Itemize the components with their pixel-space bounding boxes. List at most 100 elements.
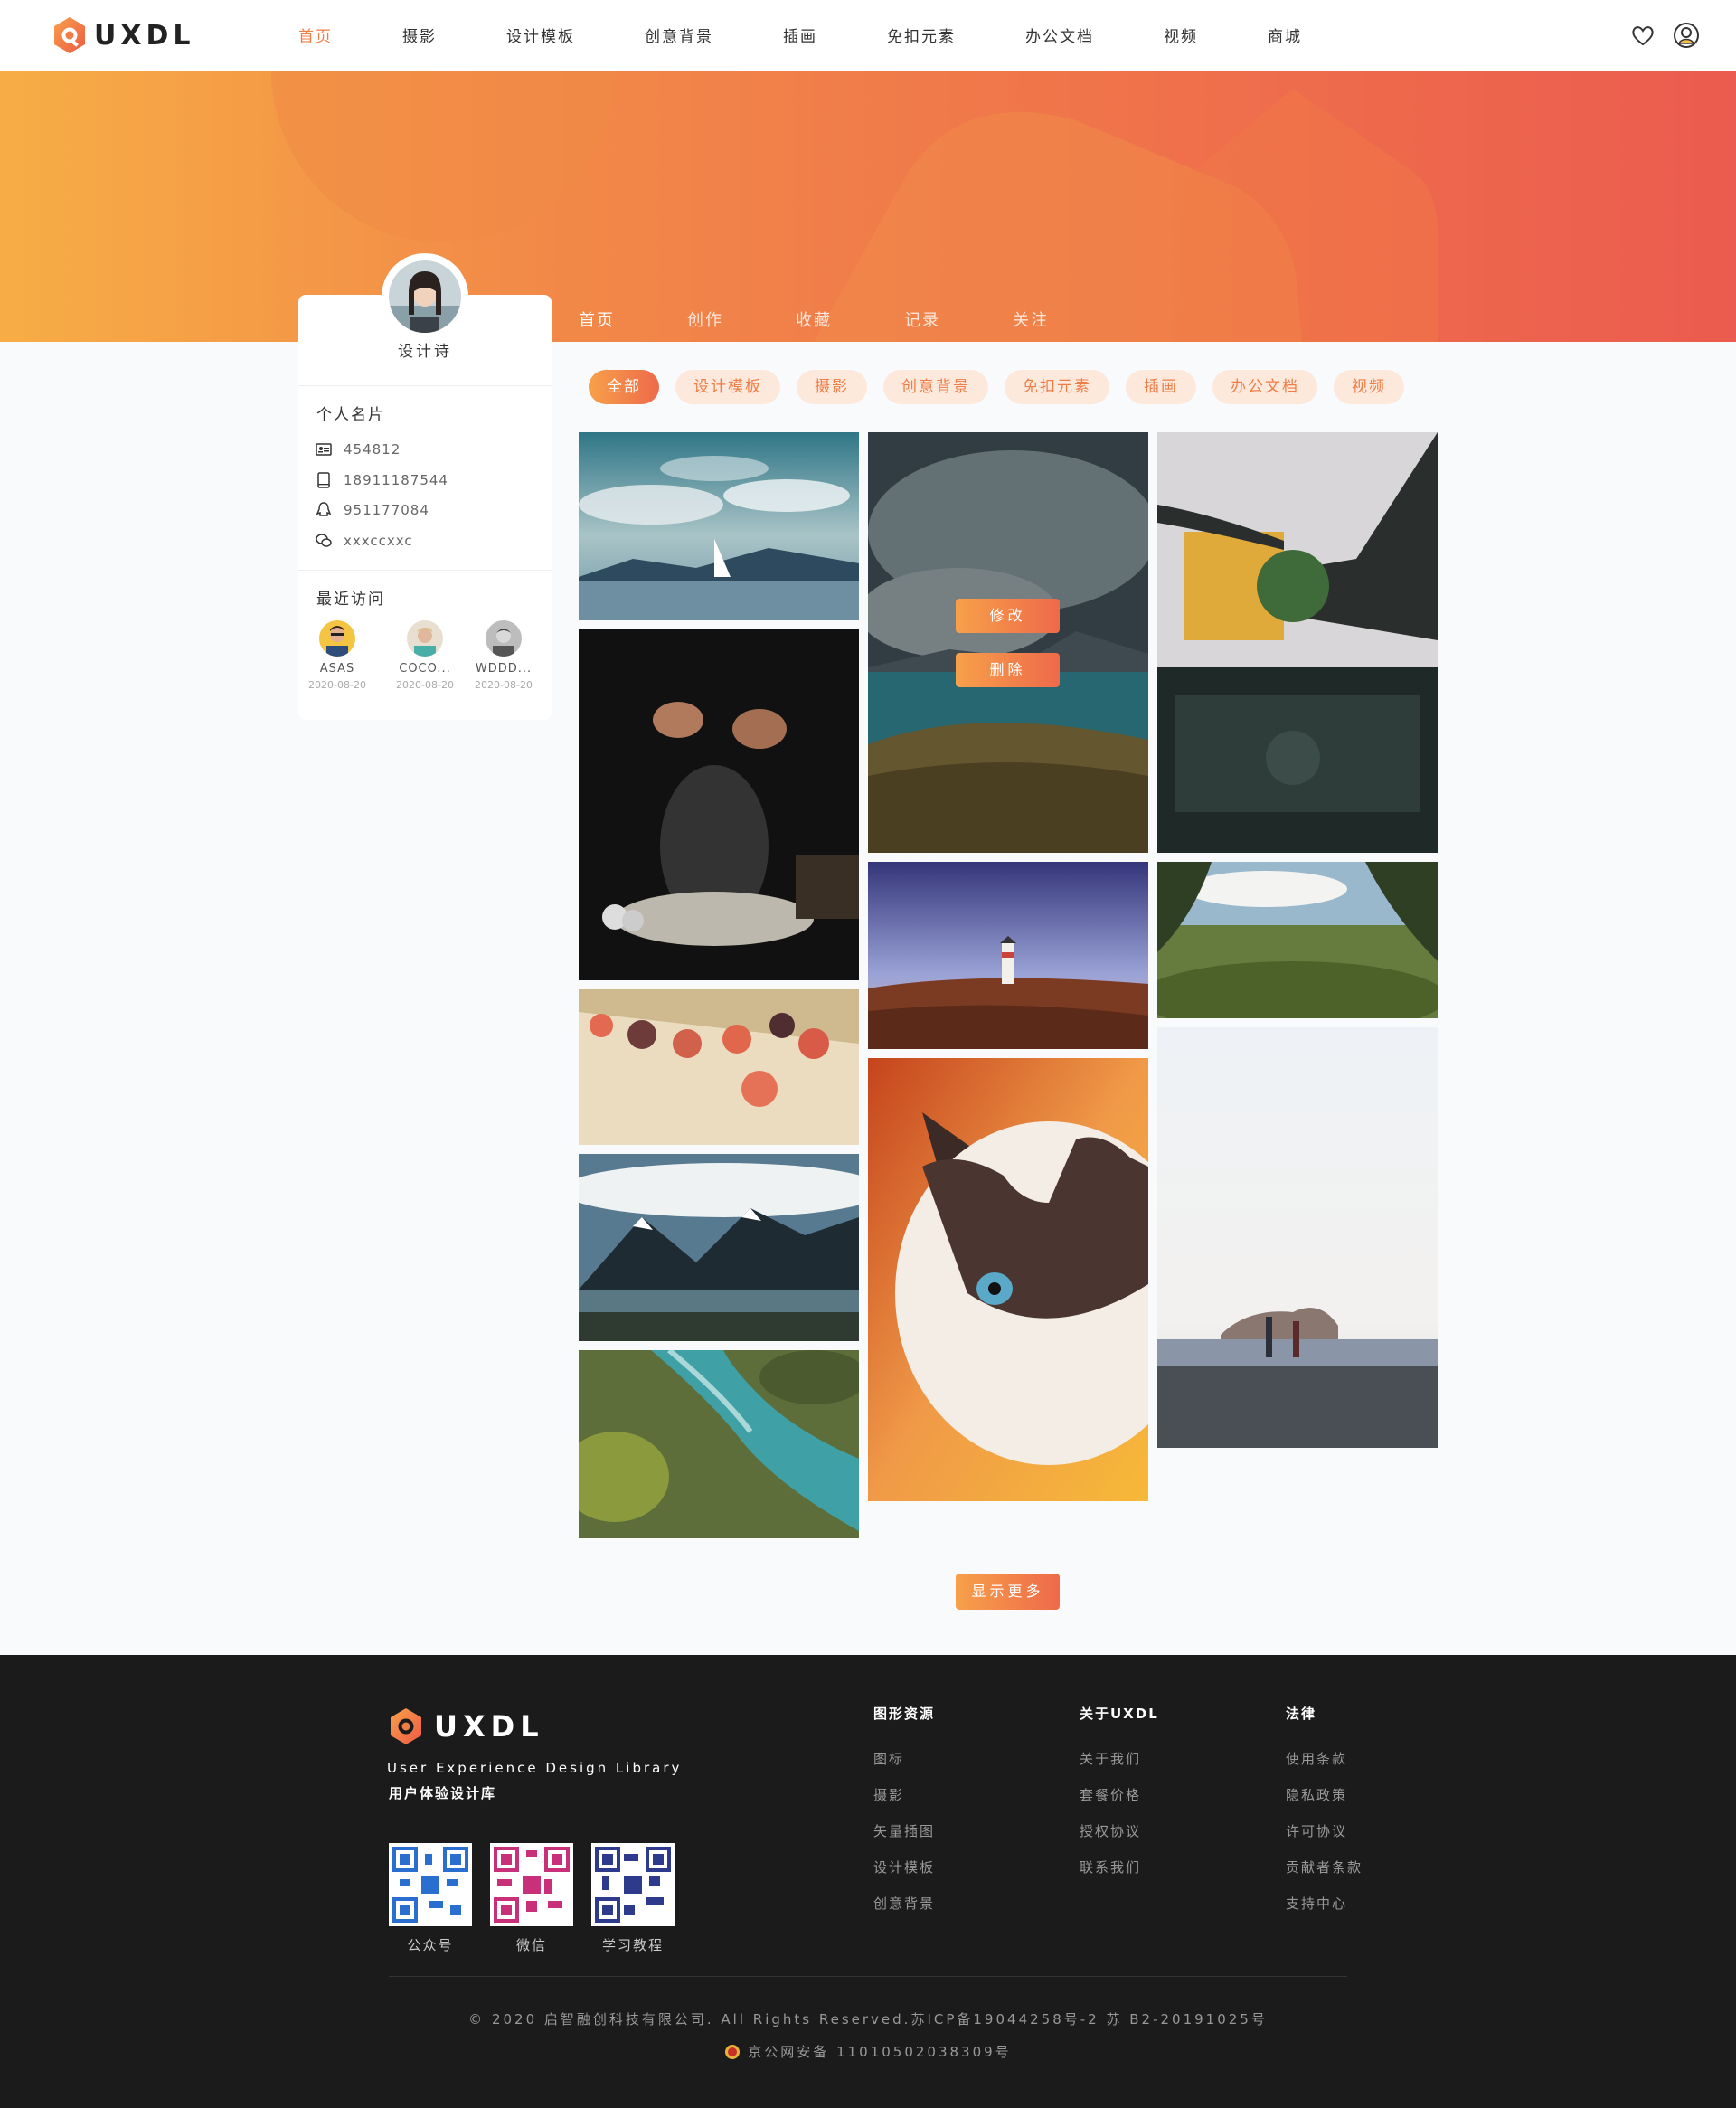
footer-link-permission[interactable]: 许可协议 bbox=[1286, 1813, 1363, 1849]
logo-text: UXDL bbox=[94, 19, 195, 52]
visitor-name: ASAS bbox=[319, 662, 355, 676]
top-navbar: UXDL 首页 摄影 设计模板 创意背景 插画 免扣元素 办公文档 视频 商城 bbox=[0, 0, 1736, 71]
nav-item-creative-backgrounds[interactable]: 创意背景 bbox=[645, 24, 783, 46]
info-qq-value: 951177084 bbox=[344, 502, 429, 518]
nav-item-cutout-elements[interactable]: 免扣元素 bbox=[887, 24, 1025, 46]
footer-link-design-templates[interactable]: 设计模板 bbox=[873, 1849, 935, 1886]
info-id: 454812 bbox=[315, 440, 401, 458]
footer-link-privacy[interactable]: 隐私政策 bbox=[1286, 1777, 1363, 1813]
filter-cutout-elements[interactable]: 免扣元素 bbox=[1005, 370, 1109, 404]
qr-official-account[interactable]: 公众号 bbox=[389, 1843, 472, 1954]
filter-creative-backgrounds[interactable]: 创意背景 bbox=[883, 370, 988, 404]
photo-figs[interactable] bbox=[579, 989, 859, 1145]
phone-icon bbox=[315, 471, 333, 489]
footer-link-photography[interactable]: 摄影 bbox=[873, 1777, 935, 1813]
visitor-avatar bbox=[486, 620, 522, 657]
footer-link-support[interactable]: 支持中心 bbox=[1286, 1886, 1363, 1922]
qr-label: 微信 bbox=[515, 1937, 547, 1953]
police-badge-icon bbox=[725, 2044, 741, 2059]
qr-wechat[interactable]: 微信 bbox=[490, 1843, 573, 1954]
filter-photography[interactable]: 摄影 bbox=[797, 370, 867, 404]
filter-office-docs[interactable]: 办公文档 bbox=[1212, 370, 1317, 404]
photo-flour-hands[interactable] bbox=[579, 629, 859, 980]
nav-item-store[interactable]: 商城 bbox=[1268, 24, 1372, 46]
nav-item-illustrations[interactable]: 插画 bbox=[783, 24, 887, 46]
user-icon[interactable] bbox=[1673, 22, 1700, 49]
tab-creations[interactable]: 创作 bbox=[687, 307, 796, 331]
logo-mark-icon bbox=[391, 1708, 421, 1744]
edit-button[interactable]: 修改 bbox=[956, 599, 1060, 633]
qr-code-icon bbox=[490, 1843, 573, 1926]
visitor-item[interactable]: COCO... 2020-08-20 bbox=[389, 620, 461, 691]
category-filters: 全部 设计模板 摄影 创意背景 免扣元素 插画 办公文档 视频 bbox=[589, 370, 1420, 404]
tab-following[interactable]: 关注 bbox=[1013, 307, 1121, 331]
footer-link-contributor-terms[interactable]: 贡献者条款 bbox=[1286, 1849, 1363, 1886]
nav-item-home[interactable]: 首页 bbox=[298, 24, 402, 46]
nav-item-office-docs[interactable]: 办公文档 bbox=[1025, 24, 1164, 46]
visitor-name: WDDD... bbox=[475, 662, 533, 676]
site-logo[interactable]: UXDL bbox=[52, 16, 195, 54]
nav-item-design-templates[interactable]: 设计模板 bbox=[506, 24, 645, 46]
footer-link-pricing[interactable]: 套餐价格 bbox=[1080, 1777, 1159, 1813]
info-phone: 18911187544 bbox=[315, 471, 448, 489]
footer-link-contact[interactable]: 联系我们 bbox=[1080, 1849, 1159, 1886]
filter-video[interactable]: 视频 bbox=[1334, 370, 1404, 404]
photo-temple[interactable] bbox=[1157, 432, 1438, 853]
profile-tabs: 首页 创作 收藏 记录 关注 bbox=[579, 307, 1121, 331]
beian-text[interactable]: 京公网安备 11010502038309号 bbox=[748, 2042, 1011, 2061]
photo-mountains-lake[interactable] bbox=[579, 1154, 859, 1341]
photo-lake-valley[interactable] bbox=[868, 432, 1148, 853]
footer-link-creative-backgrounds[interactable]: 创意背景 bbox=[873, 1886, 935, 1922]
heart-icon[interactable] bbox=[1629, 22, 1656, 49]
user-avatar[interactable] bbox=[389, 260, 461, 333]
info-id-value: 454812 bbox=[344, 441, 401, 458]
tab-home[interactable]: 首页 bbox=[579, 307, 687, 331]
qr-tutorial[interactable]: 学习教程 bbox=[591, 1843, 675, 1954]
photo-couple-rocks[interactable] bbox=[1157, 1027, 1438, 1448]
footer-col-title: 图形资源 bbox=[873, 1706, 936, 1722]
photo-forest-view[interactable] bbox=[1157, 862, 1438, 1018]
photo-lighthouse[interactable] bbox=[868, 862, 1148, 1049]
footer-col-about: 关于UXDL 关于我们 套餐价格 授权协议 联系我们 bbox=[1080, 1704, 1159, 1886]
footer-col-resources: 图形资源 图标 摄影 矢量插图 设计模板 创意背景 bbox=[873, 1704, 935, 1922]
qq-icon bbox=[315, 501, 333, 519]
tab-history[interactable]: 记录 bbox=[904, 307, 1013, 331]
photo-cat[interactable] bbox=[868, 1058, 1148, 1501]
wechat-icon bbox=[315, 532, 333, 550]
footer-link-terms[interactable]: 使用条款 bbox=[1286, 1741, 1363, 1777]
footer-link-license-agreement[interactable]: 授权协议 bbox=[1080, 1813, 1159, 1849]
footer-link-vector-illustrations[interactable]: 矢量插图 bbox=[873, 1813, 935, 1849]
filter-all[interactable]: 全部 bbox=[589, 370, 659, 404]
info-wechat-value: xxxccxxc bbox=[344, 533, 413, 549]
username: 设计诗 bbox=[398, 343, 452, 361]
visitor-name: COCO... bbox=[399, 662, 451, 676]
footer-col-legal: 法律 使用条款 隐私政策 许可协议 贡献者条款 支持中心 bbox=[1286, 1704, 1363, 1922]
card-title: 个人名片 bbox=[316, 406, 385, 424]
info-wechat: xxxccxxc bbox=[315, 532, 413, 550]
photo-sailboat-lake[interactable] bbox=[579, 432, 859, 620]
visitor-item[interactable]: WDDD... 2020-08-20 bbox=[467, 620, 540, 691]
qr-code-icon bbox=[591, 1843, 675, 1926]
nav-item-photography[interactable]: 摄影 bbox=[402, 24, 506, 46]
photo-river-gorge[interactable] bbox=[579, 1350, 859, 1538]
id-card-icon bbox=[315, 440, 333, 458]
qr-label: 学习教程 bbox=[601, 1937, 664, 1953]
tab-favorites[interactable]: 收藏 bbox=[796, 307, 904, 331]
footer-logo-text: UXDL bbox=[434, 1709, 544, 1744]
header-actions bbox=[1629, 22, 1700, 49]
footer-logo[interactable]: UXDL bbox=[389, 1707, 544, 1745]
footer-col-title: 关于UXDL bbox=[1080, 1706, 1159, 1722]
delete-button[interactable]: 删除 bbox=[956, 653, 1060, 687]
profile-banner bbox=[0, 71, 1736, 342]
footer-link-about-us[interactable]: 关于我们 bbox=[1080, 1741, 1159, 1777]
filter-design-templates[interactable]: 设计模板 bbox=[675, 370, 780, 404]
main-nav: 首页 摄影 设计模板 创意背景 插画 免扣元素 办公文档 视频 商城 bbox=[298, 24, 1372, 46]
visitor-item[interactable]: ASAS 2020-08-20 bbox=[301, 620, 373, 691]
qr-label: 公众号 bbox=[407, 1937, 454, 1953]
tagline-cn: 用户体验设计库 bbox=[389, 1785, 497, 1801]
nav-item-video[interactable]: 视频 bbox=[1164, 24, 1268, 46]
tagline-en: User Experience Design Library bbox=[387, 1760, 683, 1776]
footer-link-icons[interactable]: 图标 bbox=[873, 1741, 935, 1777]
load-more-button[interactable]: 显示更多 bbox=[956, 1574, 1060, 1610]
filter-illustrations[interactable]: 插画 bbox=[1126, 370, 1196, 404]
